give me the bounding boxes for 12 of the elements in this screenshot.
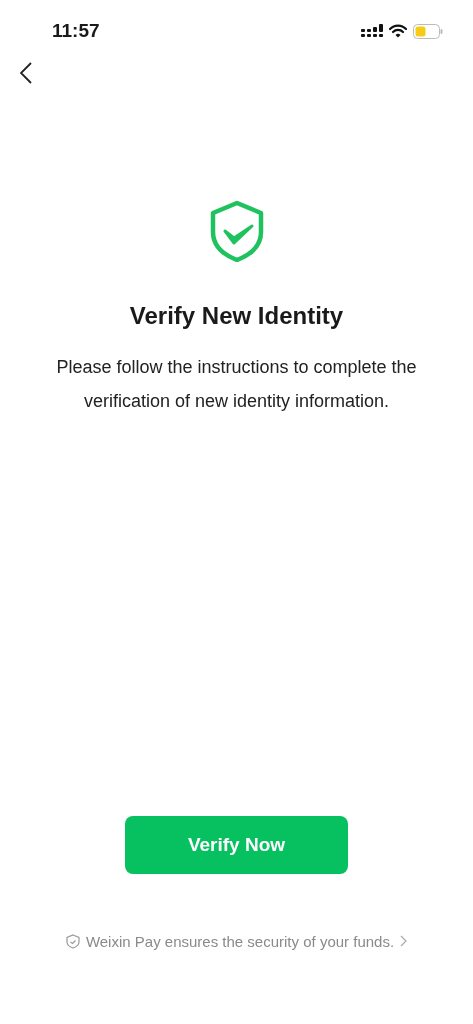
back-button[interactable] xyxy=(20,62,32,84)
shield-icon xyxy=(65,933,80,949)
shield-check-icon xyxy=(209,200,264,262)
description-text: Please follow the instructions to complete the verification of new identity information. xyxy=(55,356,418,413)
status-time: 11:57 xyxy=(52,20,100,42)
security-note-link[interactable]: Weixin Pay ensures the security of your funds. xyxy=(85,932,395,950)
wifi-icon xyxy=(389,24,407,38)
verify-now-button[interactable]: Verify Now xyxy=(125,816,348,874)
signal-icon xyxy=(361,24,383,38)
battery-icon xyxy=(413,23,443,39)
page-title: Verify New Identity xyxy=(129,302,344,330)
chevron-right-icon xyxy=(400,935,408,947)
